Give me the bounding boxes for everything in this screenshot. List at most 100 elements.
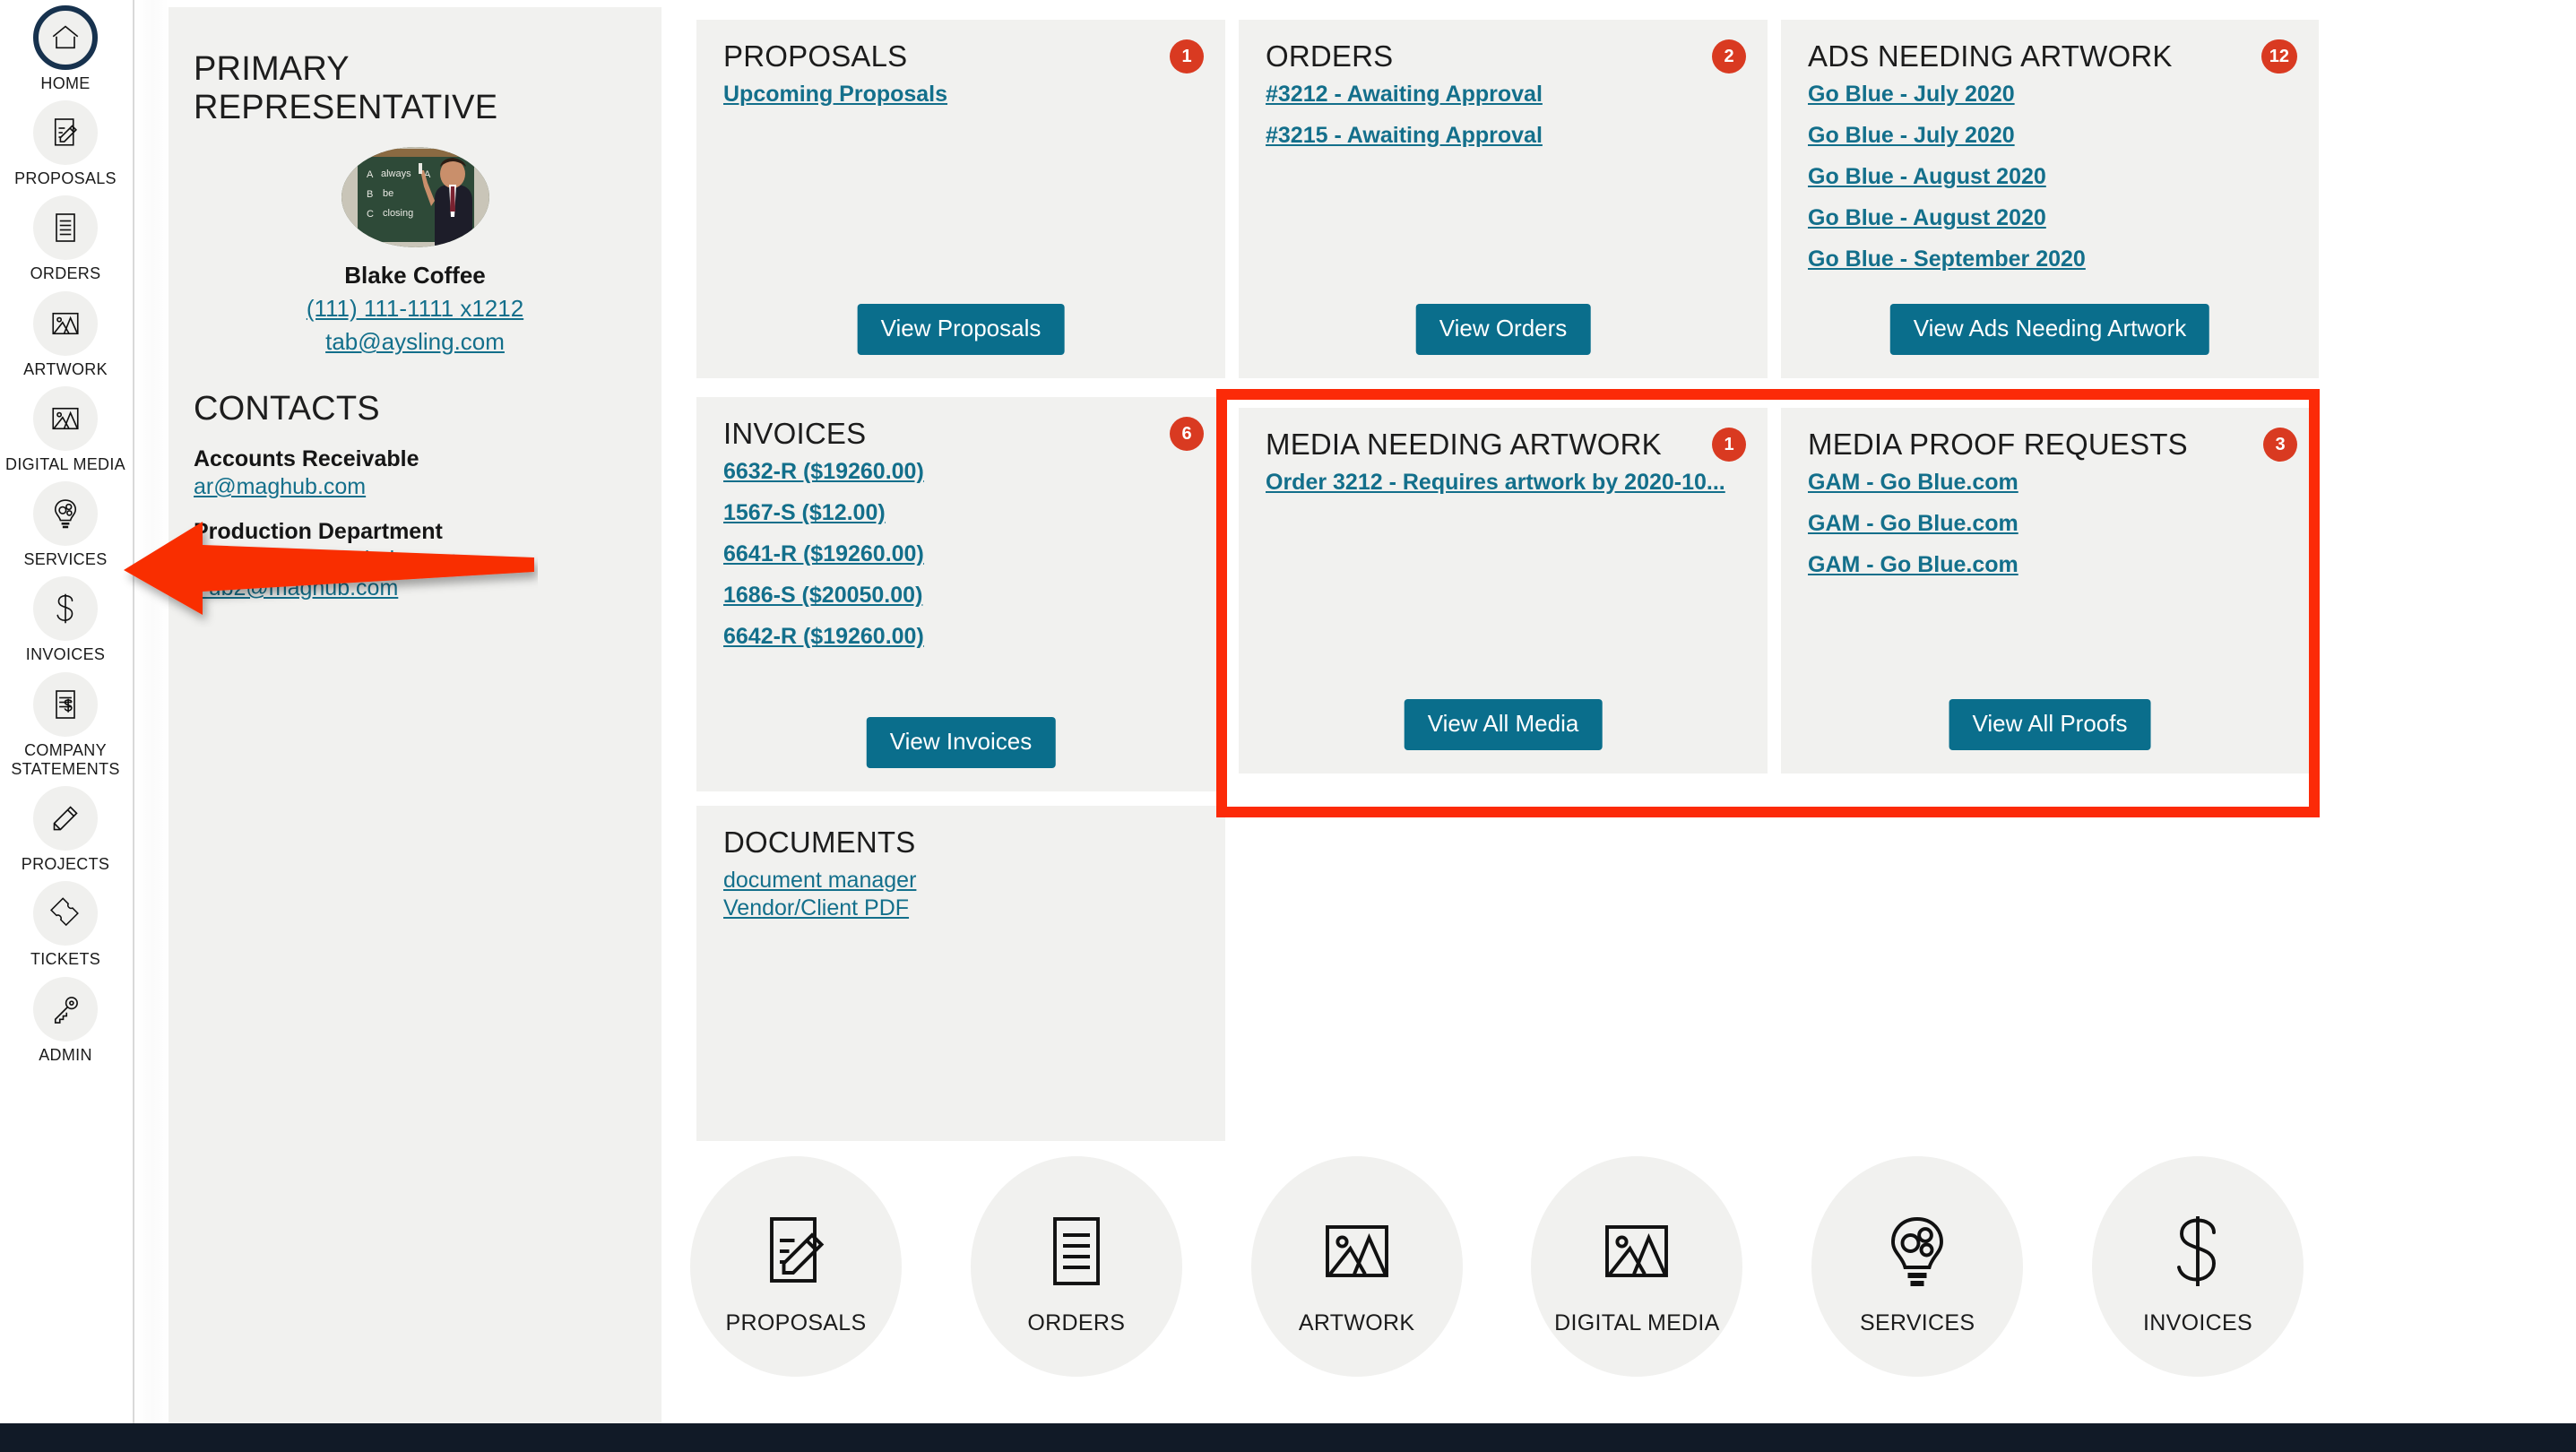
card-title: PROPOSALS xyxy=(723,39,908,73)
ad-link[interactable]: Go Blue - July 2020 xyxy=(1808,83,2292,106)
contact-email-link[interactable]: Pub2@maghub.com xyxy=(194,574,661,602)
quick-link-services[interactable]: SERVICES xyxy=(1811,1156,2024,1377)
sidebar-item-home[interactable]: HOME xyxy=(0,5,131,93)
ticket-icon xyxy=(33,881,98,946)
view-invoices-button[interactable]: View Invoices xyxy=(866,717,1056,768)
invoice-link[interactable]: 1686-S ($20050.00) xyxy=(723,584,1198,607)
svg-text:be: be xyxy=(383,188,393,199)
quick-link-invoices[interactable]: INVOICES xyxy=(2091,1156,2304,1377)
contacts-heading: CONTACTS xyxy=(194,390,380,428)
quick-link-orders[interactable]: ORDERS xyxy=(970,1156,1182,1377)
sidebar-item-label: TICKETS xyxy=(30,950,101,969)
representative-panel: PRIMARY REPRESENTATIVE Aalways Bbe Cclos… xyxy=(169,7,661,1423)
proof-link[interactable]: GAM - Go Blue.com xyxy=(1808,513,2292,535)
key-icon xyxy=(33,976,98,1041)
rep-name: Blake Coffee xyxy=(344,262,486,289)
card-invoices: INVOICES 6 6632-R ($19260.00) 1567-S ($1… xyxy=(696,397,1225,791)
contact-title: Production Department xyxy=(194,519,443,544)
primary-sidebar: HOME PROPOSALS ORDERS ARTWORK DIGITAL MED… xyxy=(0,0,131,1423)
quick-link-label: ORDERS xyxy=(1027,1309,1126,1335)
image-mountain-icon xyxy=(33,385,98,451)
sidebar-item-tickets[interactable]: TICKETS xyxy=(0,881,131,969)
document-pencil-icon xyxy=(33,100,98,166)
card-media-proof-requests: MEDIA PROOF REQUESTS 3 GAM - Go Blue.com… xyxy=(1781,408,2319,774)
sidebar-item-proposals[interactable]: PROPOSALS xyxy=(0,100,131,188)
card-media-needing-artwork: MEDIA NEEDING ARTWORK 1 Order 3212 - Req… xyxy=(1239,408,1768,774)
order-link[interactable]: #3215 - Awaiting Approval xyxy=(1266,125,1741,147)
contact-email-link[interactable]: production@maghub.com; xyxy=(194,545,661,574)
home-icon xyxy=(33,5,98,70)
image-mountain-icon xyxy=(1594,1197,1680,1305)
card-proposals: PROPOSALS 1 Upcoming Proposals View Prop… xyxy=(696,20,1225,378)
image-mountain-icon xyxy=(1314,1197,1400,1305)
sidebar-item-label: ARTWORK xyxy=(23,359,108,378)
document-lines-icon xyxy=(1033,1197,1119,1305)
image-mountain-icon xyxy=(33,290,98,356)
avatar: Aalways Bbe Cclosing A xyxy=(341,147,489,247)
ad-link[interactable]: Go Blue - July 2020 xyxy=(1808,125,2292,147)
sidebar-item-invoices[interactable]: INVOICES xyxy=(0,576,131,664)
contact-email-link[interactable]: ar@maghub.com xyxy=(194,472,661,501)
rep-phone-link[interactable]: (111) 111-1111 x1212 xyxy=(169,295,661,323)
sidebar-shadow xyxy=(134,0,169,1423)
dollar-sign-icon xyxy=(33,576,98,642)
status-badge: 2 xyxy=(1712,39,1746,73)
view-orders-button[interactable]: View Orders xyxy=(1415,304,1591,355)
sidebar-item-projects[interactable]: PROJECTS xyxy=(0,786,131,874)
card-title: ADS NEEDING ARTWORK xyxy=(1808,39,2173,73)
status-badge: 3 xyxy=(2263,428,2297,462)
document-pencil-icon xyxy=(753,1197,839,1305)
ad-link[interactable]: Go Blue - August 2020 xyxy=(1808,207,2292,229)
svg-text:B: B xyxy=(367,189,373,200)
view-all-media-button[interactable]: View All Media xyxy=(1404,699,1603,750)
contact-title: Accounts Receivable xyxy=(194,446,419,471)
sidebar-item-label: SERVICES xyxy=(23,550,108,569)
sidebar-item-label: PROPOSALS xyxy=(14,169,117,188)
quick-link-label: SERVICES xyxy=(1859,1309,1975,1335)
status-badge: 6 xyxy=(1170,417,1204,451)
svg-text:always: always xyxy=(381,169,411,179)
view-ads-needing-artwork-button[interactable]: View Ads Needing Artwork xyxy=(1889,304,2210,355)
rep-email-link[interactable]: tab@aysling.com xyxy=(169,328,661,356)
sidebar-item-services[interactable]: SERVICES xyxy=(0,481,131,569)
invoice-link[interactable]: 1567-S ($12.00) xyxy=(723,502,1198,524)
ad-link[interactable]: Go Blue - August 2020 xyxy=(1808,166,2292,188)
sidebar-item-label: PROJECTS xyxy=(21,855,110,874)
invoice-link[interactable]: 6641-R ($19260.00) xyxy=(723,543,1198,566)
quick-link-label: INVOICES xyxy=(2143,1309,2252,1335)
sidebar-item-digital-media[interactable]: DIGITAL MEDIA xyxy=(0,385,131,474)
order-link[interactable]: #3212 - Awaiting Approval xyxy=(1266,83,1741,106)
svg-text:C: C xyxy=(367,209,374,220)
sidebar-item-orders[interactable]: ORDERS xyxy=(0,195,131,283)
pencil-icon xyxy=(33,786,98,851)
card-documents: DOCUMENTS document manager Vendor/Client… xyxy=(696,806,1225,1141)
status-badge: 1 xyxy=(1712,428,1746,462)
sidebar-item-artwork[interactable]: ARTWORK xyxy=(0,290,131,379)
invoice-link[interactable]: 6632-R ($19260.00) xyxy=(723,461,1198,483)
document-link[interactable]: document manager xyxy=(723,869,1198,892)
document-link[interactable]: Vendor/Client PDF xyxy=(723,897,1198,920)
proposal-link[interactable]: Upcoming Proposals xyxy=(723,83,1198,106)
invoice-link[interactable]: 6642-R ($19260.00) xyxy=(723,626,1198,648)
card-title: INVOICES xyxy=(723,417,867,450)
quick-link-proposals[interactable]: PROPOSALS xyxy=(690,1156,902,1377)
media-link[interactable]: Order 3212 - Requires artwork by 2020-10… xyxy=(1266,471,1741,494)
dollar-sign-icon xyxy=(2155,1197,2241,1305)
quick-link-artwork[interactable]: ARTWORK xyxy=(1250,1156,1463,1377)
proof-link[interactable]: GAM - Go Blue.com xyxy=(1808,554,2292,576)
sidebar-item-admin[interactable]: ADMIN xyxy=(0,976,131,1065)
svg-text:A: A xyxy=(367,169,374,180)
proof-link[interactable]: GAM - Go Blue.com xyxy=(1808,471,2292,494)
card-title: MEDIA PROOF REQUESTS xyxy=(1808,428,2188,461)
document-dollar-icon xyxy=(33,671,98,737)
quick-link-digital-media[interactable]: DIGITAL MEDIA xyxy=(1531,1156,1743,1377)
view-all-proofs-button[interactable]: View All Proofs xyxy=(1949,699,2151,750)
lightbulb-gears-icon xyxy=(1874,1197,1960,1305)
document-lines-icon xyxy=(33,195,98,261)
ad-link[interactable]: Go Blue - September 2020 xyxy=(1808,248,2292,271)
card-orders: ORDERS 2 #3212 - Awaiting Approval #3215… xyxy=(1239,20,1768,378)
view-proposals-button[interactable]: View Proposals xyxy=(857,304,1065,355)
sidebar-item-label: DIGITAL MEDIA xyxy=(5,454,125,473)
sidebar-item-company-statements[interactable]: COMPANY STATEMENTS xyxy=(0,671,131,779)
quick-link-label: PROPOSALS xyxy=(725,1309,867,1335)
